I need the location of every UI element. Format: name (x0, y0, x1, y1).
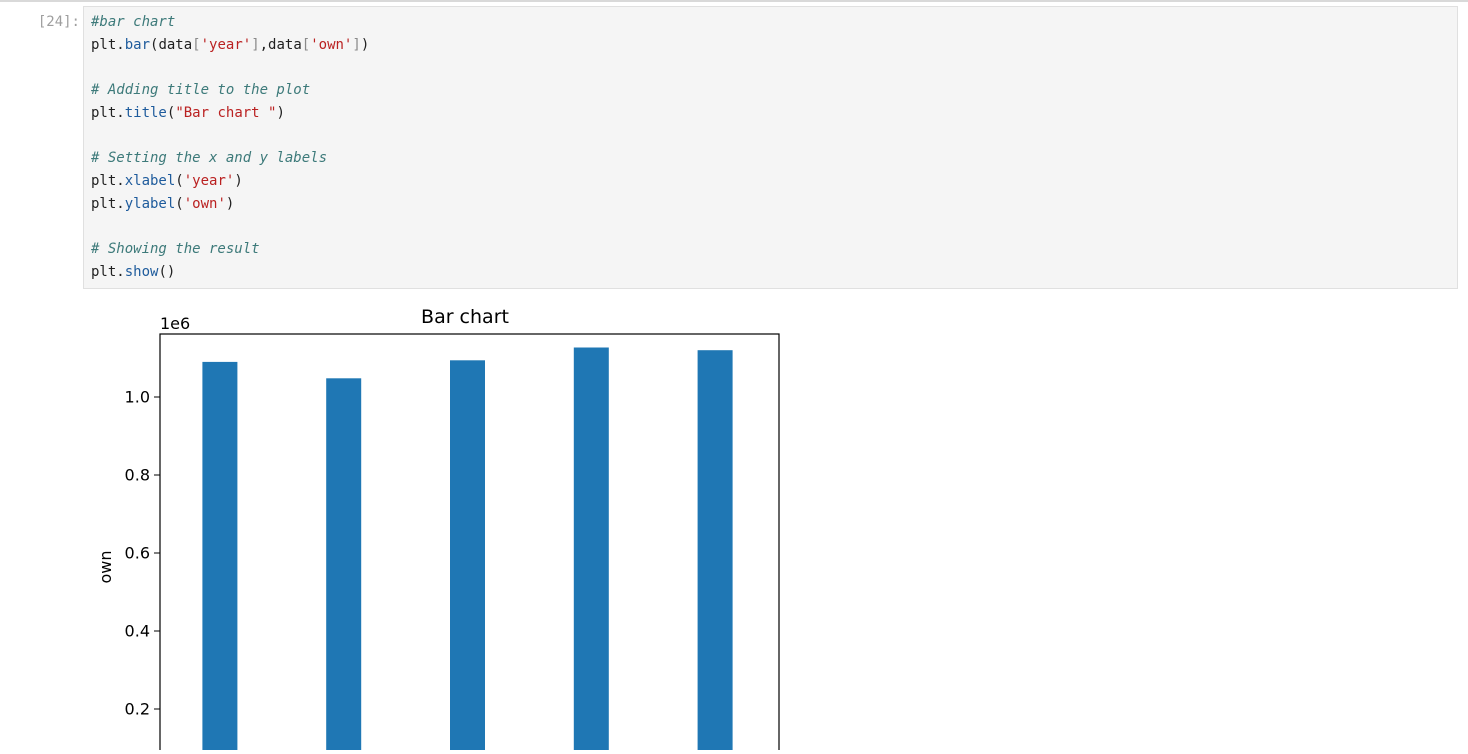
code-line[interactable] (91, 215, 369, 238)
code-cell-editor[interactable]: #bar chart plt.bar(data['year'],data['own… (83, 6, 1458, 289)
code-line[interactable]: plt.title("Bar chart ") (91, 102, 369, 125)
code-token: plt. (91, 172, 125, 189)
code-line[interactable]: # Showing the result (91, 238, 369, 261)
bar (573, 347, 609, 754)
code-token: ) (234, 172, 243, 189)
code-token: "Bar chart " (175, 104, 277, 121)
code-token: bar (124, 36, 151, 53)
y-axis-label: own (96, 550, 115, 583)
bar (202, 361, 238, 754)
y-tick-label: 0.6 (125, 544, 150, 563)
code-line[interactable]: plt.bar(data['year'],data['own']) (91, 34, 369, 57)
code-token: ylabel (124, 195, 176, 212)
code-token: plt. (91, 263, 125, 280)
y-axis-ticks: 0.2 0.4 0.6 0.8 1.0 (125, 388, 160, 719)
y-axis-offset-label: 1e6 (160, 314, 190, 333)
bar (450, 360, 485, 754)
code-token: plt. (91, 36, 125, 53)
code-token: ) (225, 195, 235, 212)
code-token: # Showing the result (91, 240, 260, 257)
code-token: ) (276, 104, 285, 121)
chart-title: Bar chart (421, 306, 509, 328)
code-token: xlabel (124, 172, 176, 189)
bar (697, 350, 733, 754)
code-token: 'year' (200, 36, 252, 53)
code-line[interactable]: # Adding title to the plot (91, 79, 369, 102)
code-token: () (158, 263, 176, 280)
y-tick-label: 0.4 (125, 622, 150, 641)
code-token: # Setting the x and y labels (91, 150, 328, 167)
y-tick-label: 0.2 (125, 700, 150, 719)
code-line[interactable] (91, 124, 369, 147)
bars (202, 347, 733, 754)
code-token: ( (175, 172, 184, 189)
cell-output: Bar chart 1e6 own 0.2 0.4 0.6 0.8 1.0 (83, 295, 803, 754)
code-token: 'year' (183, 172, 235, 189)
code-token: ) (360, 36, 370, 53)
code-token: [ (301, 36, 311, 53)
code-token: plt. (91, 104, 125, 121)
bar (326, 378, 362, 754)
code-token: # Adding title to the plot (91, 82, 311, 99)
code-token: ( (175, 195, 184, 212)
bar-chart: Bar chart 1e6 own 0.2 0.4 0.6 0.8 1.0 (96, 306, 780, 754)
code-token: show (124, 263, 159, 280)
cell-top-border (0, 0, 1468, 2)
code-lines[interactable]: #bar chart plt.bar(data['year'],data['own… (91, 11, 369, 283)
code-token: 'own' (310, 36, 353, 53)
code-token: plt. (91, 195, 125, 212)
code-token: [ (192, 36, 201, 53)
y-tick-label: 1.0 (125, 388, 150, 407)
code-line[interactable]: #bar chart (91, 11, 369, 34)
execution-count-prompt: [24]: (37, 14, 80, 30)
code-token: ] (352, 36, 361, 53)
code-token: #bar chart (91, 14, 176, 30)
code-token: title (124, 104, 167, 121)
code-token: ,data (259, 36, 302, 53)
code-token: ] (251, 36, 260, 53)
code-line[interactable]: plt.ylabel('own') (91, 193, 369, 216)
code-token: (data (150, 36, 193, 53)
code-line[interactable]: plt.show() (91, 261, 369, 284)
code-token: 'own' (183, 195, 226, 212)
code-line[interactable]: # Setting the x and y labels (91, 147, 369, 170)
code-line[interactable]: plt.xlabel('year') (91, 170, 369, 193)
code-line[interactable] (91, 56, 369, 79)
y-tick-label: 0.8 (125, 466, 150, 485)
